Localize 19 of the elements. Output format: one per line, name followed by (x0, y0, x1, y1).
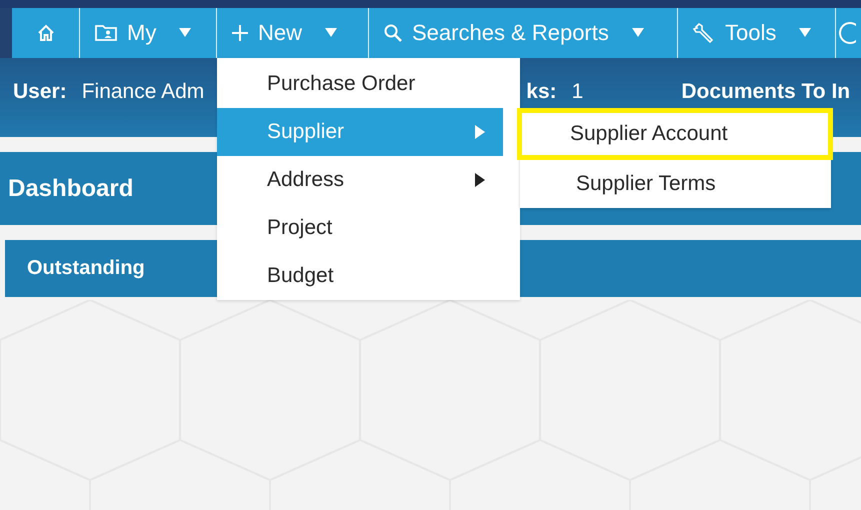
home-icon (36, 23, 56, 43)
help-icon (836, 21, 856, 45)
menu-item[interactable]: Purchase Order (217, 60, 503, 108)
menu-item[interactable]: Budget (217, 252, 503, 300)
outstanding-title: Outstanding (27, 257, 145, 280)
submenu-item[interactable]: Supplier Account (517, 108, 833, 160)
user-label: User: (13, 80, 67, 104)
menu-item[interactable]: Project (217, 204, 503, 252)
dashboard-title: Dashboard (8, 174, 134, 202)
user-name: Finance Adm (82, 80, 204, 104)
documents-label: Documents To In (681, 80, 850, 104)
search-icon (383, 23, 403, 43)
folder-icon (94, 23, 118, 43)
tasks-count: 1 (572, 80, 584, 104)
menu-item[interactable]: Address (217, 156, 503, 204)
tasks-label: ks: (526, 80, 557, 104)
wrench-icon (692, 21, 716, 45)
submenu-item[interactable]: Supplier Terms (520, 160, 831, 208)
plus-icon (231, 24, 249, 42)
